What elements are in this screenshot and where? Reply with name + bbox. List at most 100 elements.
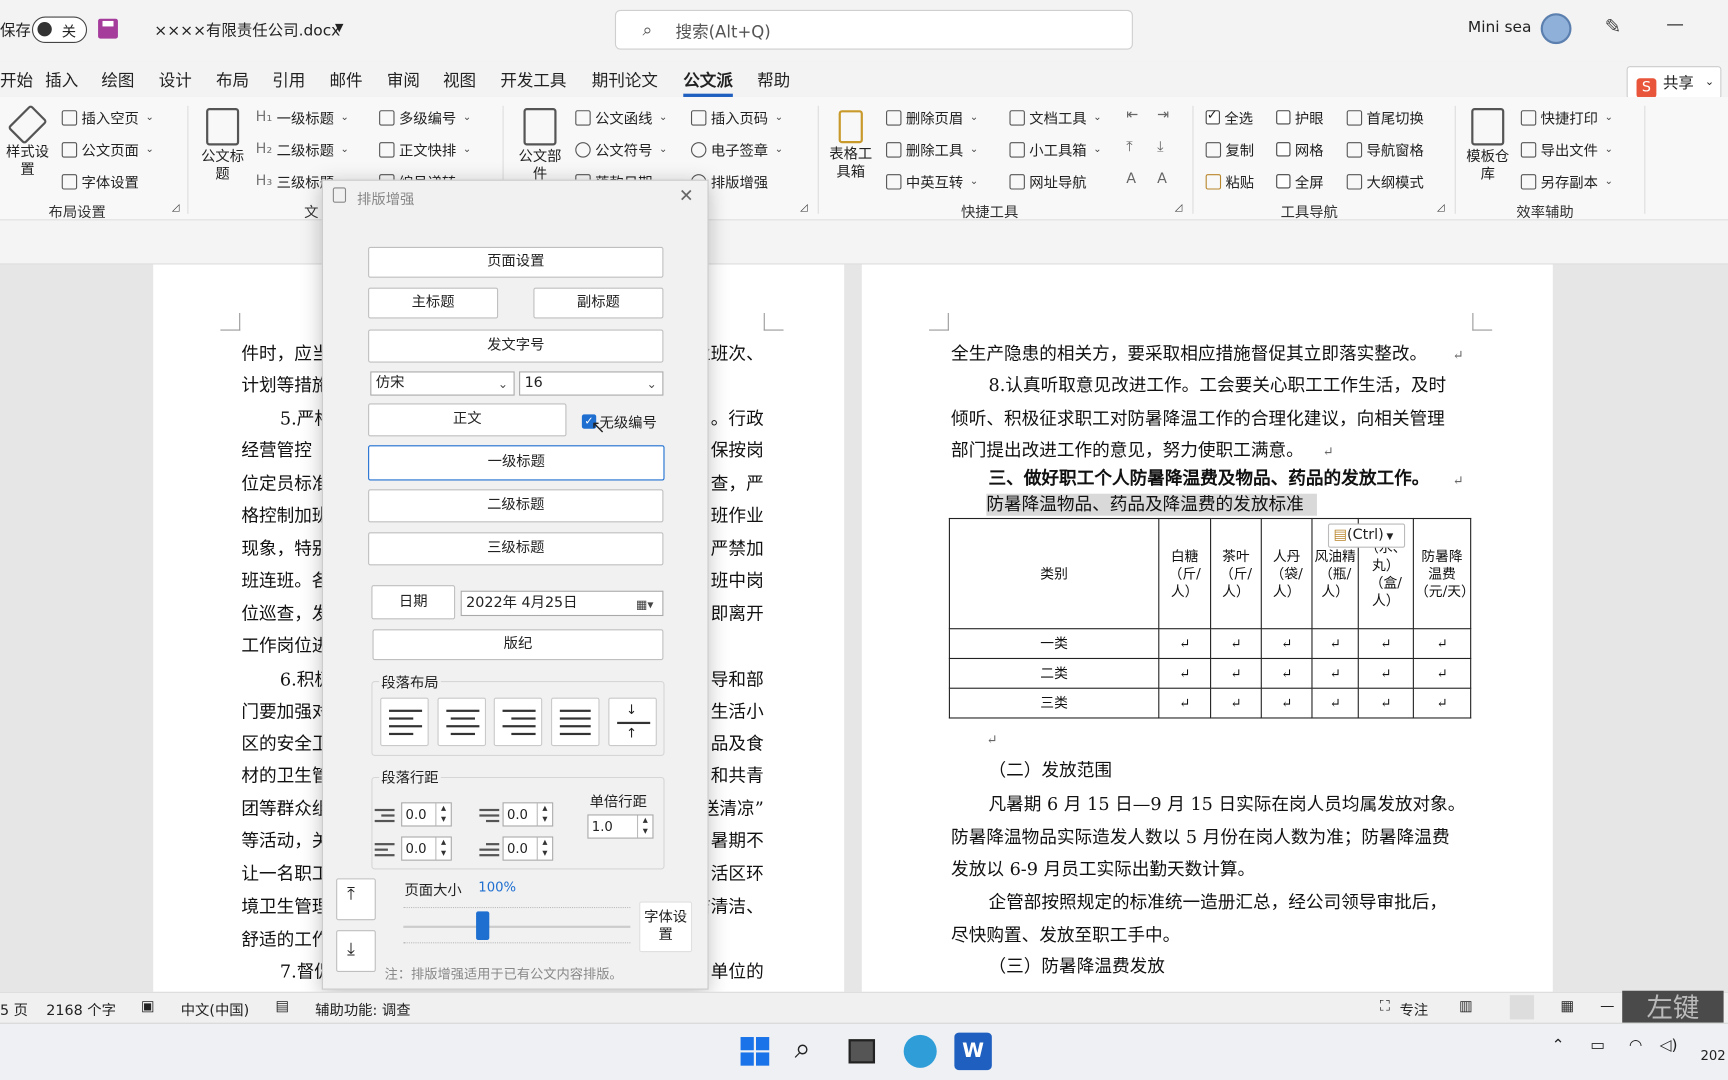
tab-references[interactable]: 引用	[272, 68, 305, 91]
mini-toolbox-button[interactable]: 小工具箱 ⌄	[1009, 139, 1102, 160]
group-launcher-icon[interactable]: ◿	[172, 203, 180, 214]
edge-icon[interactable]	[903, 1034, 937, 1068]
table-toolbox-button[interactable]: 表格工具箱	[824, 110, 877, 182]
font-size-select[interactable]: 16 ⌄	[519, 371, 664, 396]
search-box[interactable]: ⌕ 搜索(Alt+Q)	[614, 9, 1133, 50]
tab-draw[interactable]: 绘图	[101, 68, 134, 91]
volume-icon[interactable]: ◁)	[1660, 1037, 1678, 1055]
focus-icon[interactable]: ⛶	[1380, 998, 1390, 1015]
delete-header-button[interactable]: 删除页眉 ⌄	[886, 107, 978, 128]
paste-button[interactable]: 粘贴	[1205, 171, 1254, 192]
h1-button[interactable]: H₁ 一级标题 ⌄	[256, 107, 349, 128]
space-before-spinner[interactable]: 0.0	[502, 802, 554, 827]
doc-parts-button[interactable]: 公文部件	[516, 108, 564, 184]
language-status[interactable]: 中文(中国)	[181, 998, 249, 1020]
justify-button[interactable]	[551, 697, 600, 747]
style-settings-button[interactable]: 样式设置	[2, 104, 53, 180]
move-bottom-button[interactable]: ⤓	[336, 930, 376, 973]
save-icon[interactable]	[98, 18, 118, 39]
multi-number-button[interactable]: 多级编号 ⌄	[379, 107, 471, 128]
user-name[interactable]: Mini sea	[1468, 19, 1532, 37]
tab-help[interactable]: 帮助	[757, 68, 790, 91]
save-copy-button[interactable]: 另存副本 ⌄	[1520, 171, 1613, 192]
tab-developer[interactable]: 开发工具	[500, 68, 566, 91]
insert-blank-page-button[interactable]: 插入空页 ⌄	[61, 107, 154, 128]
tab-journal[interactable]: 期刊论文	[592, 68, 658, 91]
font-shrink-icon[interactable]: A	[1157, 171, 1167, 188]
wifi-icon[interactable]: ◠	[1629, 1037, 1642, 1055]
align-center-button[interactable]	[437, 697, 487, 747]
h2-button[interactable]: H₂ 二级标题 ⌄	[256, 139, 349, 160]
font-setting-button[interactable]: 字体设置	[639, 901, 693, 953]
group-launcher-icon[interactable]: ◿	[1437, 203, 1445, 214]
body-button[interactable]: 正文	[368, 403, 567, 437]
cn-en-switch-button[interactable]: 中英互转 ⌄	[886, 171, 978, 192]
table-caption[interactable]: 防暑降温物品、药品及降温费的发放标准	[986, 493, 1317, 516]
windows-start-icon[interactable]	[740, 1037, 770, 1066]
web-layout-icon[interactable]: ▦	[1560, 998, 1574, 1015]
h1-format-button[interactable]: 一级标题	[368, 445, 665, 481]
first-last-switch-button[interactable]: 首尾切换	[1346, 107, 1424, 128]
insert-page-num-button[interactable]: 插入页码 ⌄	[690, 107, 783, 128]
eye-protect-checkbox[interactable]: 护眼	[1276, 107, 1324, 128]
tab-insert[interactable]: 插入	[45, 68, 78, 91]
sub-title-button[interactable]: 副标题	[533, 287, 664, 319]
share-button[interactable]: S 共享 ⌄	[1626, 66, 1722, 100]
body-layout-button[interactable]: 正文快排 ⌄	[379, 139, 471, 160]
zoom-slider-track[interactable]	[403, 925, 631, 928]
fullscreen-checkbox[interactable]: 全屏	[1276, 171, 1324, 192]
group-launcher-icon[interactable]: ◿	[800, 203, 808, 214]
print-layout-icon[interactable]	[1509, 995, 1535, 1020]
space-after-spinner[interactable]: 0.0	[502, 836, 554, 861]
focus-mode[interactable]: 专注	[1400, 998, 1429, 1020]
indent-increase-icon[interactable]: ⇥	[1157, 107, 1169, 124]
tab-design[interactable]: 设计	[159, 68, 192, 91]
doc-letter-button[interactable]: 公文函线 ⌄	[575, 107, 667, 128]
delete-tool-button[interactable]: 删除工具 ⌄	[886, 139, 978, 160]
doc-symbol-button[interactable]: 公文符号 ⌄	[575, 139, 667, 160]
template-repo-button[interactable]: 模板仓库	[1466, 108, 1510, 184]
font-grow-icon[interactable]: A	[1126, 171, 1136, 188]
avatar[interactable]	[1540, 13, 1572, 45]
chevron-up-icon[interactable]: ⌃	[1552, 1037, 1565, 1055]
url-nav-button[interactable]: 网址导航	[1009, 171, 1087, 192]
h3-format-button[interactable]: 三级标题	[368, 532, 664, 566]
search-icon[interactable]: ⌕	[795, 1033, 811, 1067]
page-setup-button[interactable]: 页面设置	[368, 246, 664, 278]
tab-layout[interactable]: 布局	[216, 68, 249, 91]
read-mode-icon[interactable]: ▥	[1459, 998, 1473, 1015]
move-down-icon[interactable]: ⤓	[1157, 139, 1163, 156]
colophon-button[interactable]: 版纪	[372, 629, 664, 661]
grid-checkbox[interactable]: 网格	[1276, 139, 1324, 160]
e-signature-button[interactable]: 电子签章 ⌄	[690, 139, 783, 160]
close-icon[interactable]: ✕	[679, 185, 694, 206]
accessibility-status[interactable]: 辅助功能: 调查	[315, 998, 410, 1020]
move-up-icon[interactable]: ⤒	[1126, 139, 1132, 156]
outline-mode-button[interactable]: 大纲模式	[1346, 171, 1424, 192]
doc-tools-button[interactable]: 文档工具 ⌄	[1009, 107, 1102, 128]
task-view-icon[interactable]	[848, 1039, 876, 1064]
paste-options-button[interactable]: ▤(Ctrl) ▼	[1327, 523, 1406, 548]
word-icon[interactable]: W	[954, 1032, 992, 1071]
pen-icon[interactable]: ✎	[1605, 15, 1622, 38]
select-all-button[interactable]: 全选	[1205, 107, 1253, 128]
clock[interactable]: 202	[1700, 1048, 1725, 1063]
tab-gongwenpai[interactable]: 公文派	[683, 68, 733, 97]
page-count[interactable]: 5 页	[0, 998, 28, 1020]
export-file-button[interactable]: 导出文件 ⌄	[1520, 139, 1613, 160]
tab-review[interactable]: 审阅	[387, 68, 420, 91]
copy-button[interactable]: 复制	[1205, 139, 1254, 160]
font-name-select[interactable]: 仿宋 ⌄	[370, 371, 515, 396]
h2-format-button[interactable]: 二级标题	[368, 489, 664, 523]
doc-page-button[interactable]: 公文页面 ⌄	[61, 139, 154, 160]
proofing-icon[interactable]: ▣	[141, 998, 155, 1015]
align-right-button[interactable]	[493, 697, 543, 747]
font-settings-button[interactable]: 字体设置	[61, 171, 139, 192]
quick-print-button[interactable]: 快捷打印 ⌄	[1520, 107, 1613, 128]
standards-table[interactable]: 类别 白糖（斤/人） 茶叶（斤/人） 人丹（袋/人） 风油精（瓶/人） （水、丸…	[948, 517, 1475, 719]
doc-title-button[interactable]: 公文标题	[201, 108, 245, 184]
filename-dropdown-icon[interactable]: ▼	[335, 22, 343, 34]
ime-icon[interactable]: ▭	[1590, 1037, 1605, 1055]
track-icon[interactable]: ▤	[276, 998, 290, 1015]
date-picker[interactable]: 2022年 4月25日 ▦▾	[460, 590, 664, 617]
